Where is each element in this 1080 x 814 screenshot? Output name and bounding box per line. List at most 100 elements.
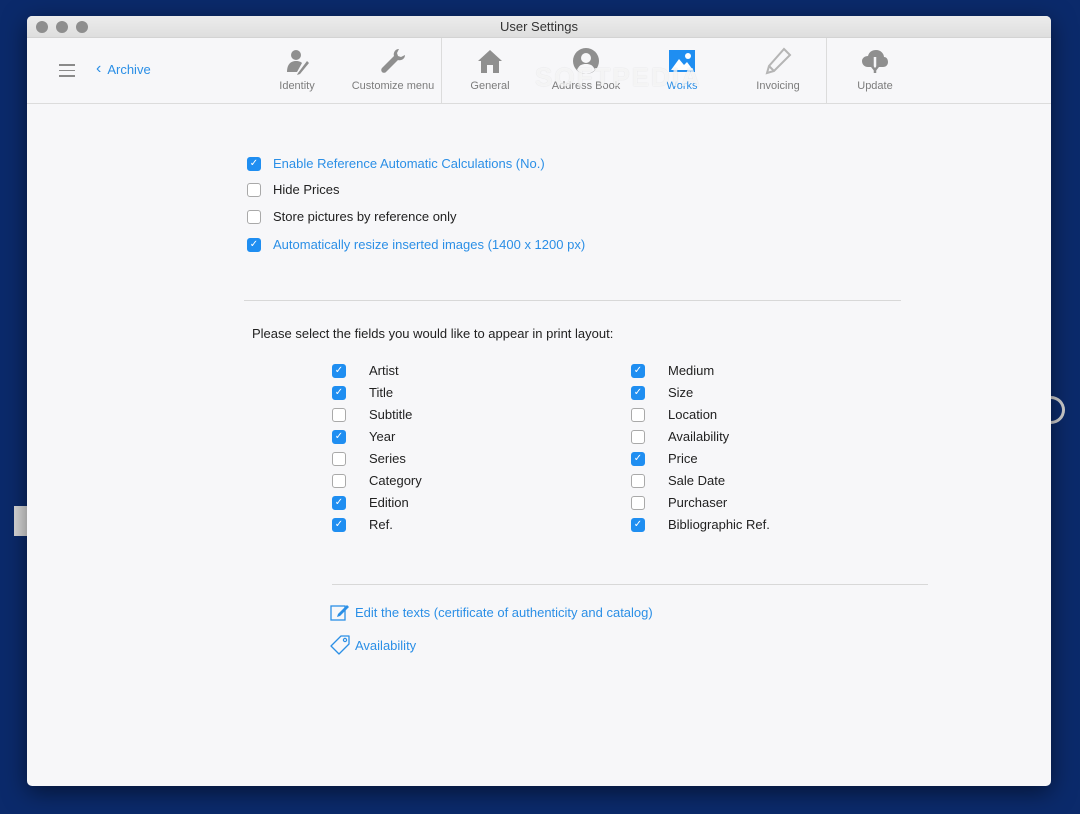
field-category[interactable]: Category — [332, 473, 422, 488]
field-location[interactable]: Location — [631, 407, 717, 422]
field-bibliographic-ref[interactable]: Bibliographic Ref. — [631, 517, 770, 532]
checkbox[interactable] — [247, 237, 261, 252]
person-icon — [573, 48, 599, 74]
checkbox[interactable] — [631, 385, 645, 400]
checkbox[interactable] — [631, 363, 645, 378]
field-label: Edition — [369, 495, 409, 510]
field-edition[interactable]: Edition — [332, 495, 409, 510]
checkbox[interactable] — [631, 429, 645, 444]
tab-identity[interactable]: Identity — [249, 38, 345, 104]
tab-label: Address Book — [551, 80, 621, 92]
close-button[interactable] — [36, 21, 48, 33]
checkbox[interactable] — [332, 363, 346, 378]
chevron-left-icon: ‹ — [96, 60, 102, 77]
tab-customize-menu[interactable]: Customize menu — [345, 38, 441, 104]
tab-bar: Identity Customize menu General Address … — [249, 38, 923, 104]
field-title[interactable]: Title — [332, 385, 393, 400]
option-reference-auto-calc[interactable]: Enable Reference Automatic Calculations … — [247, 156, 545, 171]
toolbar: ‹ Archive Identity Customize menu Genera… — [27, 38, 1051, 104]
checkbox[interactable] — [332, 407, 346, 422]
field-series[interactable]: Series — [332, 451, 406, 466]
back-label: Archive — [107, 61, 151, 77]
image-icon — [669, 50, 695, 72]
settings-content: Enable Reference Automatic Calculations … — [27, 104, 1051, 786]
field-label: Price — [668, 451, 698, 466]
minimize-button[interactable] — [56, 21, 68, 33]
option-store-pictures-by-reference[interactable]: Store pictures by reference only — [247, 209, 457, 224]
window-controls — [36, 21, 88, 33]
option-label: Store pictures by reference only — [273, 209, 457, 224]
home-icon — [478, 50, 502, 73]
option-hide-prices[interactable]: Hide Prices — [247, 182, 339, 197]
cloud-download-icon — [862, 50, 888, 73]
divider — [244, 300, 901, 301]
field-label: Series — [369, 451, 406, 466]
tab-general[interactable]: General — [442, 38, 538, 104]
pencil-icon — [765, 47, 792, 75]
field-availability[interactable]: Availability — [631, 429, 729, 444]
field-medium[interactable]: Medium — [631, 363, 714, 378]
edit-texts-label: Edit the texts (certificate of authentic… — [355, 604, 653, 620]
checkbox[interactable] — [247, 182, 261, 197]
checkbox[interactable] — [332, 495, 346, 510]
checkbox[interactable] — [332, 385, 346, 400]
tab-works[interactable]: Works — [634, 38, 730, 104]
tab-label: Works — [666, 80, 698, 92]
tab-label: Invoicing — [756, 80, 800, 92]
field-ref[interactable]: Ref. — [332, 517, 393, 532]
field-label: Sale Date — [668, 473, 726, 488]
field-label: Subtitle — [369, 407, 413, 422]
checkbox[interactable] — [332, 429, 346, 444]
availability-link[interactable]: Availability — [330, 635, 416, 655]
availability-label: Availability — [355, 637, 417, 653]
field-label: Availability — [668, 429, 730, 444]
tab-update[interactable]: Update — [827, 38, 923, 104]
option-label: Automatically resize inserted images (14… — [273, 237, 586, 252]
menu-icon[interactable] — [59, 64, 75, 78]
background-window-edge-right — [1051, 396, 1065, 424]
tab-address-book[interactable]: Address Book — [538, 38, 634, 104]
identity-icon — [287, 50, 309, 75]
option-auto-resize-images[interactable]: Automatically resize inserted images (14… — [247, 237, 585, 252]
title-bar: User Settings — [27, 16, 1051, 38]
checkbox[interactable] — [247, 209, 261, 224]
zoom-button[interactable] — [76, 21, 88, 33]
field-label: Bibliographic Ref. — [668, 517, 770, 532]
field-label: Year — [369, 429, 396, 444]
field-label: Ref. — [369, 517, 393, 532]
field-purchaser[interactable]: Purchaser — [631, 495, 727, 510]
checkbox[interactable] — [332, 451, 346, 466]
field-subtitle[interactable]: Subtitle — [332, 407, 412, 422]
back-button[interactable]: ‹ Archive — [96, 61, 151, 77]
edit-texts-link[interactable]: Edit the texts (certificate of authentic… — [330, 602, 653, 622]
field-label: Size — [668, 385, 694, 400]
checkbox[interactable] — [631, 473, 645, 488]
field-price[interactable]: Price — [631, 451, 698, 466]
background-window-edge — [14, 506, 27, 536]
tab-label: Update — [857, 80, 893, 92]
field-label: Title — [369, 385, 394, 400]
tag-icon — [330, 635, 350, 655]
field-label: Location — [668, 407, 718, 422]
divider — [332, 584, 928, 585]
tab-invoicing[interactable]: Invoicing — [730, 38, 826, 104]
tab-label: Identity — [279, 80, 315, 92]
field-year[interactable]: Year — [332, 429, 395, 444]
checkbox[interactable] — [631, 407, 645, 422]
field-label: Purchaser — [668, 495, 728, 510]
tab-label: General — [470, 80, 510, 92]
print-fields-prompt: Please select the fields you would like … — [252, 326, 614, 341]
checkbox[interactable] — [332, 517, 346, 532]
checkbox[interactable] — [631, 495, 645, 510]
field-artist[interactable]: Artist — [332, 363, 399, 378]
checkbox[interactable] — [631, 517, 645, 532]
field-label: Medium — [668, 363, 715, 378]
checkbox[interactable] — [631, 451, 645, 466]
settings-window: User Settings ‹ Archive Identity Customi… — [27, 16, 1051, 786]
field-sale-date[interactable]: Sale Date — [631, 473, 725, 488]
field-label: Category — [369, 473, 422, 488]
checkbox[interactable] — [332, 473, 346, 488]
checkbox[interactable] — [247, 156, 261, 171]
field-size[interactable]: Size — [631, 385, 693, 400]
option-label: Hide Prices — [273, 182, 340, 197]
